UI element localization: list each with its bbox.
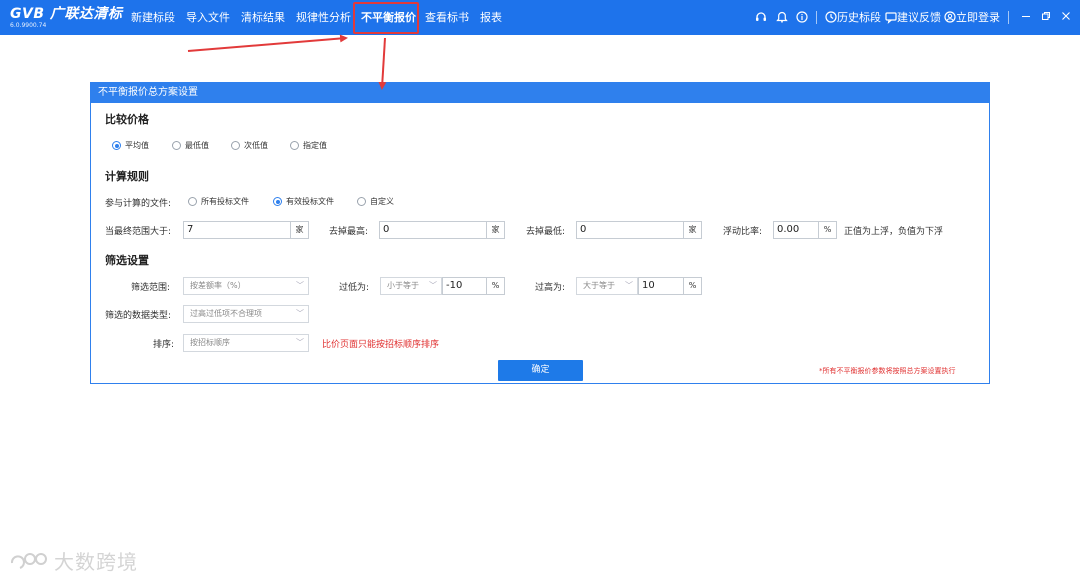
compare-price-title: 比较价格 (105, 113, 149, 126)
too-low-operator-select[interactable]: 小于等于 ﹀ (380, 277, 442, 295)
toolbar-separator (816, 11, 817, 24)
too-high-unit: % (684, 277, 702, 295)
remove-high-label: 去掉最高: (329, 227, 369, 237)
float-ratio-input[interactable]: 0.00 (773, 221, 819, 239)
remove-low-input[interactable]: 0 (576, 221, 684, 239)
nav-pattern-analysis[interactable]: 规律性分析 (296, 0, 351, 35)
radio-dot (188, 197, 197, 206)
filter-range-select[interactable]: 按差额率（%） ﹀ (183, 277, 309, 295)
radio-dot (290, 141, 299, 150)
radio-label: 最低值 (185, 141, 209, 150)
login-link[interactable]: 立即登录 (956, 0, 1000, 35)
sort-note: 比价页面只能按招标顺序排序 (322, 340, 440, 350)
nav-new-section[interactable]: 新建标段 (131, 0, 175, 35)
radio-all-bids[interactable]: 所有投标文件 (188, 196, 249, 207)
float-ratio-label: 浮动比率: (723, 227, 763, 237)
user-icon[interactable] (943, 10, 957, 24)
float-ratio-unit: % (819, 221, 837, 239)
dialog-title: 不平衡报价总方案设置 (91, 83, 989, 103)
radio-specified[interactable]: 指定值 (290, 140, 327, 151)
history-sections-link[interactable]: 历史标段 (837, 0, 881, 35)
chat-icon[interactable] (884, 10, 898, 24)
data-type-select[interactable]: 过高过低项不合理项 ﹀ (183, 305, 309, 323)
radio-dot (357, 197, 366, 206)
float-ratio-hint: 正值为上浮，负值为下浮 (844, 227, 944, 237)
radio-label: 平均值 (125, 141, 149, 150)
select-value: 按差额率（%） (190, 281, 246, 290)
restore-icon[interactable] (1037, 0, 1055, 35)
radio-label: 次低值 (244, 141, 268, 150)
sort-select[interactable]: 按招标顺序 ﹀ (183, 334, 309, 352)
remove-low-unit: 家 (684, 221, 702, 239)
feedback-link[interactable]: 建议反馈 (897, 0, 941, 35)
too-low-input[interactable]: -10 (442, 277, 487, 295)
annotation-arrow-vertical (378, 37, 387, 90)
chevron-down-icon: ﹀ (625, 281, 633, 290)
remove-low-label: 去掉最低: (526, 227, 566, 237)
chevron-down-icon: ﹀ (296, 309, 304, 318)
radio-custom[interactable]: 自定义 (357, 196, 394, 207)
radio-dot (231, 141, 240, 150)
chevron-down-icon: ﹀ (296, 338, 304, 347)
filter-range-label: 筛选范围: (131, 283, 171, 293)
radio-average[interactable]: 平均值 (112, 140, 149, 151)
radio-lowest[interactable]: 最低值 (172, 140, 209, 151)
unbalanced-quote-settings-dialog: 不平衡报价总方案设置 比较价格 平均值 最低值 次低值 指定值 计算规则 参与计… (90, 82, 990, 384)
too-low-unit: % (487, 277, 505, 295)
app-logo: GVB 广联达清标 6.0.9900.74 (10, 6, 122, 29)
watermark: 大数跨境 (8, 546, 138, 575)
bell-icon[interactable] (775, 10, 789, 24)
remove-high-input[interactable]: 0 (379, 221, 487, 239)
app-window: GVB 广联达清标 6.0.9900.74 新建标段 导入文件 清标结果 规律性… (0, 0, 1080, 580)
radio-valid-bids[interactable]: 有效投标文件 (273, 196, 334, 207)
radio-label: 有效投标文件 (286, 197, 334, 206)
logo-text: GVB 广联达清标 (10, 6, 123, 22)
watermark-logo-icon (10, 552, 47, 569)
radio-dot (112, 141, 121, 150)
radio-label: 指定值 (303, 141, 327, 150)
range-input[interactable]: 7 (183, 221, 291, 239)
annotation-highlight-box (353, 2, 419, 34)
minimize-icon[interactable] (1017, 0, 1035, 35)
version-label: 6.0.9900.74 (10, 22, 47, 29)
radio-dot (172, 141, 181, 150)
range-label: 当最终范围大于: (105, 227, 172, 237)
watermark-text: 大数跨境 (54, 550, 138, 574)
select-value: 按招标顺序 (190, 338, 230, 347)
top-bar: GVB 广联达清标 6.0.9900.74 新建标段 导入文件 清标结果 规律性… (0, 0, 1080, 35)
select-value: 过高过低项不合理项 (190, 309, 262, 318)
calc-rules-title: 计算规则 (105, 170, 149, 183)
clock-icon[interactable] (824, 10, 838, 24)
too-high-operator-select[interactable]: 大于等于 ﹀ (576, 277, 638, 295)
info-icon[interactable] (795, 10, 809, 24)
chevron-down-icon: ﹀ (429, 281, 437, 290)
range-unit: 家 (291, 221, 309, 239)
radio-dot (273, 197, 282, 206)
select-value: 小于等于 (387, 281, 419, 290)
radio-label: 所有投标文件 (201, 197, 249, 206)
headset-icon[interactable] (754, 10, 768, 24)
too-low-label: 过低为: (339, 283, 370, 293)
select-value: 大于等于 (583, 281, 615, 290)
files-label: 参与计算的文件: (105, 199, 172, 209)
radio-label: 自定义 (370, 197, 394, 206)
window-controls-separator (1008, 11, 1009, 24)
annotation-arrow-horizontal (187, 34, 348, 52)
confirm-button[interactable]: 确定 (498, 360, 583, 381)
nav-clear-results[interactable]: 清标结果 (241, 0, 285, 35)
chevron-down-icon: ﹀ (296, 281, 304, 290)
close-icon[interactable] (1057, 0, 1075, 35)
data-type-label: 筛选的数据类型: (105, 311, 172, 321)
nav-view-bid[interactable]: 查看标书 (425, 0, 469, 35)
remove-high-unit: 家 (487, 221, 505, 239)
radio-second-lowest[interactable]: 次低值 (231, 140, 268, 151)
nav-import-file[interactable]: 导入文件 (186, 0, 230, 35)
too-high-input[interactable]: 10 (638, 277, 684, 295)
nav-reports[interactable]: 报表 (480, 0, 502, 35)
sort-label: 排序: (153, 340, 175, 350)
too-high-label: 过高为: (535, 283, 566, 293)
dialog-footnote: *所有不平衡报价参数将按照总方案设置执行 (819, 367, 956, 375)
filter-settings-title: 筛选设置 (105, 254, 149, 267)
